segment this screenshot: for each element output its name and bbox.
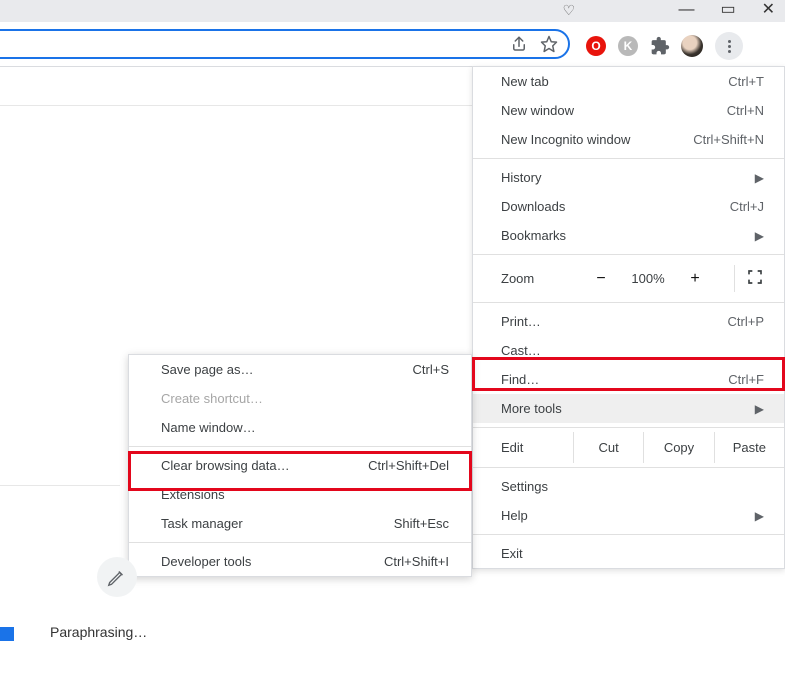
chrome-menu-button[interactable] bbox=[715, 32, 743, 60]
zoom-out-button[interactable]: − bbox=[581, 270, 621, 288]
submenu-extensions[interactable]: Extensions bbox=[129, 480, 471, 509]
menu-new-tab[interactable]: New tab Ctrl+T bbox=[473, 67, 784, 96]
menu-history[interactable]: History ▶ bbox=[473, 163, 784, 192]
menu-label: Help bbox=[501, 508, 528, 523]
submenu-task-manager[interactable]: Task manager Shift+Esc bbox=[129, 509, 471, 538]
paraphrasing-text: Paraphrasing… bbox=[50, 624, 147, 640]
extension-red-icon[interactable]: O bbox=[585, 35, 607, 57]
menu-label: Settings bbox=[501, 479, 548, 494]
menu-label: New tab bbox=[501, 74, 549, 89]
menu-more-tools[interactable]: More tools ▶ bbox=[473, 394, 784, 423]
menu-label: Find… bbox=[501, 372, 539, 387]
address-bar[interactable] bbox=[0, 29, 570, 59]
submenu-save-page[interactable]: Save page as… Ctrl+S bbox=[129, 355, 471, 384]
submenu-label: Developer tools bbox=[161, 554, 251, 569]
browser-toolbar: O K bbox=[0, 22, 785, 66]
menu-edit-row: Edit Cut Copy Paste bbox=[473, 432, 784, 463]
share-icon[interactable] bbox=[510, 35, 528, 56]
menu-label: Cast… bbox=[501, 343, 541, 358]
menu-print[interactable]: Print… Ctrl+P bbox=[473, 307, 784, 336]
heart-icon[interactable]: ♡ bbox=[562, 2, 575, 19]
submenu-create-shortcut: Create shortcut… bbox=[129, 384, 471, 413]
menu-exit[interactable]: Exit bbox=[473, 539, 784, 568]
menu-downloads[interactable]: Downloads Ctrl+J bbox=[473, 192, 784, 221]
maximize-button[interactable]: ▭ bbox=[720, 2, 735, 18]
menu-shortcut: Ctrl+N bbox=[727, 103, 764, 118]
menu-separator bbox=[473, 534, 784, 535]
page-separator-left bbox=[0, 485, 120, 486]
submenu-label: Task manager bbox=[161, 516, 243, 531]
submenu-developer-tools[interactable]: Developer tools Ctrl+Shift+I bbox=[129, 547, 471, 576]
extensions-puzzle-icon[interactable] bbox=[649, 35, 671, 57]
menu-separator bbox=[473, 467, 784, 468]
submenu-label: Save page as… bbox=[161, 362, 254, 377]
menu-shortcut: Ctrl+P bbox=[728, 314, 764, 329]
submenu-label: Extensions bbox=[161, 487, 225, 502]
menu-separator bbox=[473, 427, 784, 428]
submenu-separator bbox=[129, 542, 471, 543]
chevron-right-icon: ▶ bbox=[755, 229, 764, 243]
star-icon[interactable] bbox=[540, 35, 558, 56]
chevron-right-icon: ▶ bbox=[755, 171, 764, 185]
minimize-button[interactable]: — bbox=[678, 2, 694, 18]
menu-separator bbox=[473, 302, 784, 303]
pen-icon[interactable] bbox=[97, 557, 137, 597]
zoom-percent: 100% bbox=[621, 271, 675, 286]
menu-shortcut: Ctrl+J bbox=[730, 199, 764, 214]
menu-shortcut: Ctrl+F bbox=[728, 372, 764, 387]
profile-avatar[interactable] bbox=[681, 35, 703, 57]
fullscreen-button[interactable] bbox=[734, 265, 774, 292]
menu-separator bbox=[473, 158, 784, 159]
menu-shortcut: Ctrl+Shift+N bbox=[693, 132, 764, 147]
submenu-separator bbox=[129, 446, 471, 447]
menu-label: Print… bbox=[501, 314, 541, 329]
submenu-shortcut: Ctrl+S bbox=[413, 362, 449, 377]
paste-button[interactable]: Paste bbox=[714, 432, 784, 463]
submenu-shortcut: Ctrl+Shift+Del bbox=[368, 458, 449, 473]
menu-find[interactable]: Find… Ctrl+F bbox=[473, 365, 784, 394]
menu-new-window[interactable]: New window Ctrl+N bbox=[473, 96, 784, 125]
menu-label: Bookmarks bbox=[501, 228, 566, 243]
submenu-shortcut: Shift+Esc bbox=[394, 516, 449, 531]
chrome-main-menu: New tab Ctrl+T New window Ctrl+N New Inc… bbox=[472, 66, 785, 569]
menu-shortcut: Ctrl+T bbox=[728, 74, 764, 89]
menu-label: New window bbox=[501, 103, 574, 118]
submenu-label: Name window… bbox=[161, 420, 256, 435]
menu-separator bbox=[473, 254, 784, 255]
copy-button[interactable]: Copy bbox=[643, 432, 713, 463]
submenu-shortcut: Ctrl+Shift+I bbox=[384, 554, 449, 569]
zoom-in-button[interactable]: + bbox=[675, 270, 715, 288]
submenu-label: Create shortcut… bbox=[161, 391, 263, 406]
submenu-label: Clear browsing data… bbox=[161, 458, 290, 473]
menu-label: Downloads bbox=[501, 199, 565, 214]
submenu-name-window[interactable]: Name window… bbox=[129, 413, 471, 442]
submenu-clear-browsing-data[interactable]: Clear browsing data… Ctrl+Shift+Del bbox=[129, 451, 471, 480]
blue-indicator bbox=[0, 627, 14, 641]
extension-gray-icon[interactable]: K bbox=[617, 35, 639, 57]
chevron-right-icon: ▶ bbox=[755, 509, 764, 523]
extensions-area: O K bbox=[585, 32, 743, 60]
menu-cast[interactable]: Cast… bbox=[473, 336, 784, 365]
edit-label: Edit bbox=[501, 432, 573, 463]
more-tools-submenu: Save page as… Ctrl+S Create shortcut… Na… bbox=[128, 354, 472, 577]
menu-label: Exit bbox=[501, 546, 523, 561]
menu-label: History bbox=[501, 170, 541, 185]
zoom-label: Zoom bbox=[501, 271, 581, 286]
menu-label: More tools bbox=[501, 401, 562, 416]
menu-bookmarks[interactable]: Bookmarks ▶ bbox=[473, 221, 784, 250]
close-window-button[interactable]: ✕ bbox=[762, 2, 775, 18]
menu-label: New Incognito window bbox=[501, 132, 630, 147]
window-titlebar: ♡ — ▭ ✕ bbox=[0, 0, 785, 22]
cut-button[interactable]: Cut bbox=[573, 432, 643, 463]
menu-settings[interactable]: Settings bbox=[473, 472, 784, 501]
menu-help[interactable]: Help ▶ bbox=[473, 501, 784, 530]
menu-zoom-row: Zoom − 100% + bbox=[473, 259, 784, 298]
menu-incognito[interactable]: New Incognito window Ctrl+Shift+N bbox=[473, 125, 784, 154]
chevron-right-icon: ▶ bbox=[755, 402, 764, 416]
